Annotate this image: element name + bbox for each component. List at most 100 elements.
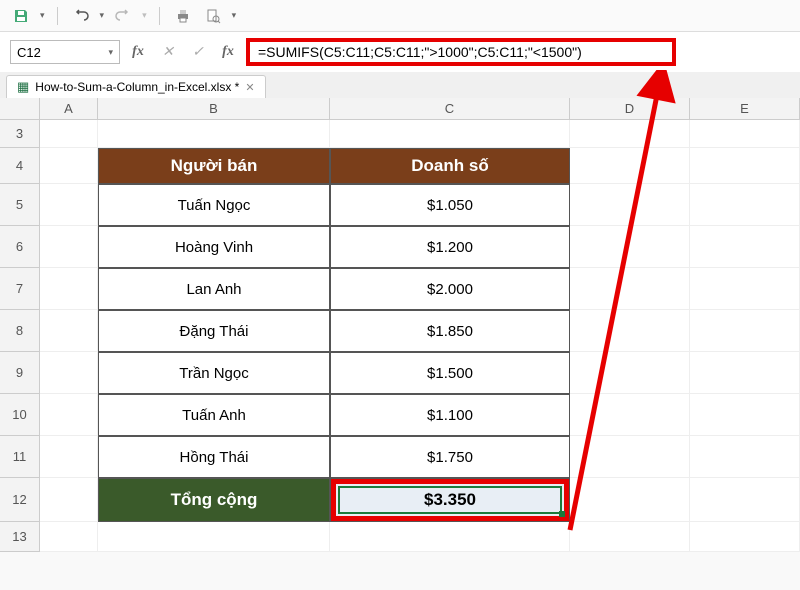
cell[interactable]: Hồng Thái: [98, 436, 330, 478]
cell[interactable]: [690, 226, 800, 268]
name-box-value: C12: [17, 45, 41, 60]
cell[interactable]: [690, 478, 800, 522]
cell[interactable]: [690, 522, 800, 552]
row-header[interactable]: 13: [0, 522, 40, 552]
cell[interactable]: [690, 352, 800, 394]
cell[interactable]: $1.200: [330, 226, 570, 268]
cell[interactable]: [690, 310, 800, 352]
cell[interactable]: Hoàng Vinh: [98, 226, 330, 268]
close-icon[interactable]: ✕: [245, 81, 254, 94]
cell[interactable]: $2.000: [330, 268, 570, 310]
cell[interactable]: Đặng Thái: [98, 310, 330, 352]
cell[interactable]: $1.500: [330, 352, 570, 394]
cell[interactable]: [40, 394, 98, 436]
cell[interactable]: [40, 436, 98, 478]
cell[interactable]: [570, 394, 690, 436]
chevron-down-icon[interactable]: ▾: [108, 47, 113, 58]
row-header[interactable]: 10: [0, 394, 40, 436]
fill-handle[interactable]: [559, 511, 565, 517]
cell[interactable]: [570, 436, 690, 478]
cell[interactable]: [690, 394, 800, 436]
column-header[interactable]: C: [330, 98, 570, 120]
cell[interactable]: $1.050: [330, 184, 570, 226]
save-button[interactable]: [10, 5, 32, 27]
column-header[interactable]: B: [98, 98, 330, 120]
cell[interactable]: [40, 184, 98, 226]
workbook-tab-label: How-to-Sum-a-Column_in-Excel.xlsx *: [35, 80, 239, 94]
undo-button[interactable]: [70, 5, 92, 27]
cell[interactable]: $1.100: [330, 394, 570, 436]
cell[interactable]: [40, 352, 98, 394]
cell[interactable]: [570, 268, 690, 310]
cell[interactable]: [40, 522, 98, 552]
cell[interactable]: [690, 184, 800, 226]
cell[interactable]: Lan Anh: [98, 268, 330, 310]
column-header[interactable]: D: [570, 98, 690, 120]
table-header-cell[interactable]: Người bán: [98, 148, 330, 184]
cell[interactable]: [690, 436, 800, 478]
spreadsheet-grid[interactable]: A B C D E 3 4 Người bánDoanh số 5 Tuấn Ngọ…: [0, 98, 800, 552]
cell[interactable]: [690, 120, 800, 148]
row-header[interactable]: 5: [0, 184, 40, 226]
row-header[interactable]: 11: [0, 436, 40, 478]
cell[interactable]: [40, 148, 98, 184]
cell[interactable]: [570, 310, 690, 352]
cell[interactable]: [570, 184, 690, 226]
table-header-cell[interactable]: Doanh số: [330, 148, 570, 184]
excel-file-icon: ▦: [17, 79, 29, 95]
total-value: $3.350: [424, 490, 476, 510]
print-preview-button[interactable]: [202, 5, 224, 27]
cell[interactable]: [40, 268, 98, 310]
cell[interactable]: [570, 120, 690, 148]
row-header[interactable]: 4: [0, 148, 40, 184]
name-box[interactable]: C12 ▾: [10, 40, 120, 64]
cell[interactable]: [690, 268, 800, 310]
redo-button[interactable]: [112, 5, 134, 27]
dropdown-icon[interactable]: ▾: [232, 10, 237, 21]
row-header[interactable]: 6: [0, 226, 40, 268]
cell[interactable]: [570, 352, 690, 394]
workbook-tabs: ▦ How-to-Sum-a-Column_in-Excel.xlsx * ✕: [0, 72, 800, 98]
fx-button[interactable]: fx: [126, 41, 150, 63]
cell[interactable]: [570, 522, 690, 552]
cell[interactable]: Tuấn Anh: [98, 394, 330, 436]
select-all-corner[interactable]: [0, 98, 40, 120]
accept-formula-button[interactable]: ✓: [186, 41, 210, 63]
dropdown-icon[interactable]: ▾: [100, 10, 105, 21]
total-value-cell[interactable]: $3.350: [330, 478, 570, 522]
cell[interactable]: [40, 478, 98, 522]
row-header[interactable]: 12: [0, 478, 40, 522]
cell[interactable]: [570, 226, 690, 268]
column-header[interactable]: E: [690, 98, 800, 120]
cell[interactable]: [330, 120, 570, 148]
cell[interactable]: Tuấn Ngọc: [98, 184, 330, 226]
formula-bar-row: C12 ▾ fx ✕ ✓ fx =SUMIFS(C5:C11;C5:C11;">…: [0, 32, 800, 72]
cell[interactable]: [690, 148, 800, 184]
dropdown-icon[interactable]: ▾: [142, 10, 147, 21]
row-header[interactable]: 3: [0, 120, 40, 148]
cell[interactable]: $1.850: [330, 310, 570, 352]
cell[interactable]: [40, 120, 98, 148]
formula-input[interactable]: =SUMIFS(C5:C11;C5:C11;">1000";C5:C11;"<1…: [246, 38, 676, 66]
cell[interactable]: [570, 148, 690, 184]
column-header[interactable]: A: [40, 98, 98, 120]
fx-label: fx: [216, 41, 240, 63]
dropdown-icon[interactable]: ▾: [40, 10, 45, 21]
cell[interactable]: [40, 310, 98, 352]
cell[interactable]: $1.750: [330, 436, 570, 478]
workbook-tab[interactable]: ▦ How-to-Sum-a-Column_in-Excel.xlsx * ✕: [6, 75, 266, 98]
formula-text: =SUMIFS(C5:C11;C5:C11;">1000";C5:C11;"<1…: [258, 44, 582, 60]
cell[interactable]: Trần Ngọc: [98, 352, 330, 394]
print-button[interactable]: [172, 5, 194, 27]
cancel-formula-button[interactable]: ✕: [156, 41, 180, 63]
row-header[interactable]: 8: [0, 310, 40, 352]
cell[interactable]: [330, 522, 570, 552]
total-label-cell[interactable]: Tổng cộng: [98, 478, 330, 522]
cell[interactable]: [40, 226, 98, 268]
cell[interactable]: [98, 522, 330, 552]
cell[interactable]: [570, 478, 690, 522]
cell[interactable]: [98, 120, 330, 148]
quick-access-toolbar: ▾ ▾ ▾ ▾: [0, 0, 800, 32]
row-header[interactable]: 7: [0, 268, 40, 310]
row-header[interactable]: 9: [0, 352, 40, 394]
